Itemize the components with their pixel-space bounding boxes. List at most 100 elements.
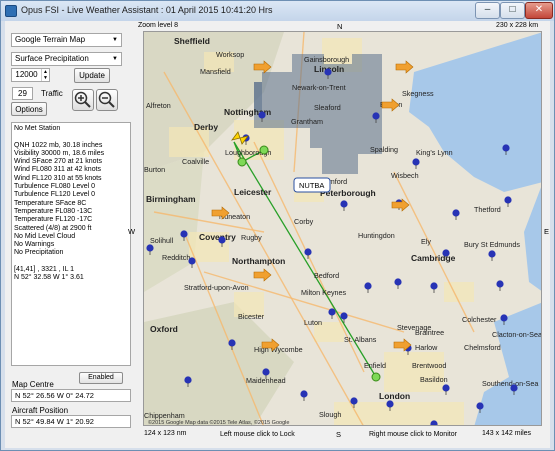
place-label: Worksop xyxy=(216,50,244,59)
maximize-button[interactable]: □ xyxy=(500,2,525,19)
place-label: London xyxy=(379,391,410,401)
update-button[interactable]: Update xyxy=(74,68,110,83)
waypoint-marker[interactable] xyxy=(237,157,247,167)
weather-station-pin[interactable] xyxy=(394,278,402,286)
weather-station-pin[interactable] xyxy=(304,248,312,256)
place-label: Ely xyxy=(421,237,431,246)
weather-station-pin[interactable] xyxy=(476,402,484,410)
layer-select[interactable]: Surface Precipitation ▼ xyxy=(11,52,122,66)
map-type-select[interactable]: Google Terrain Map ▼ xyxy=(11,33,122,47)
place-label: Gainsborough xyxy=(304,55,349,64)
place-label: Milton Keynes xyxy=(301,288,347,297)
enabled-button[interactable]: Enabled xyxy=(79,372,123,384)
map-size-nm: 124 x 123 nm xyxy=(144,430,187,437)
window-title: Opus FSI - Live Weather Assistant : 01 A… xyxy=(21,5,273,15)
weather-map[interactable]: SheffieldWorksopGainsboroughMansfieldLin… xyxy=(143,31,542,426)
place-label: Southend-on-Sea xyxy=(482,379,538,388)
place-label: Basildon xyxy=(420,375,448,384)
weather-station-pin[interactable] xyxy=(228,339,236,347)
weather-station-pin[interactable] xyxy=(452,209,460,217)
place-label: High Wycombe xyxy=(254,345,303,354)
weather-station-pin[interactable] xyxy=(496,280,504,288)
place-label: Sleaford xyxy=(314,103,341,112)
weather-station-pin[interactable] xyxy=(430,282,438,290)
weather-station-pin[interactable] xyxy=(180,230,188,238)
weather-station-pin[interactable] xyxy=(504,196,512,204)
zoom-out-button[interactable] xyxy=(96,89,118,111)
place-label: Brentwood xyxy=(412,361,446,370)
traffic-count-field[interactable]: 29 xyxy=(12,87,33,100)
place-label: Grantham xyxy=(291,117,323,126)
place-label: Birmingham xyxy=(146,194,196,204)
place-label: Mansfield xyxy=(200,67,231,76)
aircraft-position-field: N 52° 49.84 W 1° 20.92 xyxy=(11,415,131,428)
zoom-in-button[interactable] xyxy=(72,89,94,111)
zoom-in-icon xyxy=(74,91,91,108)
info-line: No Warnings xyxy=(14,241,55,249)
altitude-spinner[interactable]: 12000 ▲ ▼ xyxy=(11,68,50,82)
map-size-km: 230 x 228 km xyxy=(496,22,539,29)
place-label: Newark-on-Trent xyxy=(292,83,346,92)
weather-station-pin[interactable] xyxy=(340,312,348,320)
weather-station-pin[interactable] xyxy=(300,390,308,398)
place-label: Thetford xyxy=(474,205,501,214)
weather-station-pin[interactable] xyxy=(502,144,510,152)
info-line: Scattered (4/8) at 2900 ft xyxy=(14,224,92,232)
weather-station-pin[interactable] xyxy=(188,257,196,265)
weather-station-pin[interactable] xyxy=(386,400,394,408)
right-click-hint: Right mouse click to Monitor xyxy=(369,431,457,438)
info-line xyxy=(14,133,128,141)
place-label: Chippenham xyxy=(144,411,185,420)
place-label: Bicester xyxy=(238,312,265,321)
client-area: Google Terrain Map ▼ Surface Precipitati… xyxy=(5,21,550,448)
weather-station-pin[interactable] xyxy=(412,158,420,166)
waypoint-marker[interactable] xyxy=(259,145,269,155)
waypoint-marker[interactable] xyxy=(371,372,381,382)
place-label: Colchester xyxy=(462,315,497,324)
layer-value: Surface Precipitation xyxy=(15,54,89,63)
info-line: Temperature SFace 8C xyxy=(14,199,87,207)
place-label: Clacton-on-Sea xyxy=(492,330,542,339)
place-label: Stratford-upon-Avon xyxy=(184,283,249,292)
place-label: Redditch xyxy=(162,253,190,262)
place-label: Wisbech xyxy=(391,171,419,180)
place-label: Solihull xyxy=(150,236,174,245)
place-label: Braintree xyxy=(415,328,444,337)
weather-station-pin[interactable] xyxy=(258,111,266,119)
spinner-arrows-icon[interactable]: ▲ ▼ xyxy=(41,69,49,81)
place-label: Derby xyxy=(194,122,218,132)
weather-station-pin[interactable] xyxy=(184,376,192,384)
map-canvas[interactable]: SheffieldWorksopGainsboroughMansfieldLin… xyxy=(144,32,542,426)
weather-station-pin[interactable] xyxy=(442,249,450,257)
weather-station-pin[interactable] xyxy=(364,282,372,290)
aircraft-position-label: Aircraft Position xyxy=(12,406,69,415)
weather-station-pin[interactable] xyxy=(146,244,154,252)
weather-info-panel: No Met Station QNH 1022 mb, 30.18 inches… xyxy=(11,122,131,366)
info-line: No Precipitation xyxy=(14,249,64,257)
info-line xyxy=(14,258,128,266)
weather-station-pin[interactable] xyxy=(500,314,508,322)
place-label: King's Lynn xyxy=(416,148,453,157)
close-button[interactable]: ✕ xyxy=(525,2,553,19)
options-button[interactable]: Options xyxy=(11,102,47,116)
weather-station-pin[interactable] xyxy=(350,397,358,405)
compass-south: S xyxy=(336,430,342,439)
place-label: Skegness xyxy=(402,89,434,98)
weather-station-pin[interactable] xyxy=(442,384,450,392)
map-centre-label: Map Centre xyxy=(12,380,54,389)
weather-station-pin[interactable] xyxy=(372,112,380,120)
weather-station-pin[interactable] xyxy=(262,368,270,376)
place-label: Corby xyxy=(294,217,314,226)
weather-station-pin[interactable] xyxy=(340,200,348,208)
weather-station-pin[interactable] xyxy=(328,308,336,316)
minimize-button[interactable]: – xyxy=(475,2,500,19)
map-copyright: ©2015 Google Map data ©2015 Tele Atlas, … xyxy=(148,419,289,426)
title-bar[interactable]: Opus FSI - Live Weather Assistant : 01 A… xyxy=(1,1,554,21)
weather-station-pin[interactable] xyxy=(218,236,226,244)
weather-station-pin[interactable] xyxy=(488,250,496,258)
place-label: Sheffield xyxy=(174,36,210,46)
place-label: Harlow xyxy=(415,343,438,352)
info-line: No Mid Level Cloud xyxy=(14,232,76,240)
weather-station-pin[interactable] xyxy=(510,384,518,392)
weather-station-pin[interactable] xyxy=(324,68,332,76)
